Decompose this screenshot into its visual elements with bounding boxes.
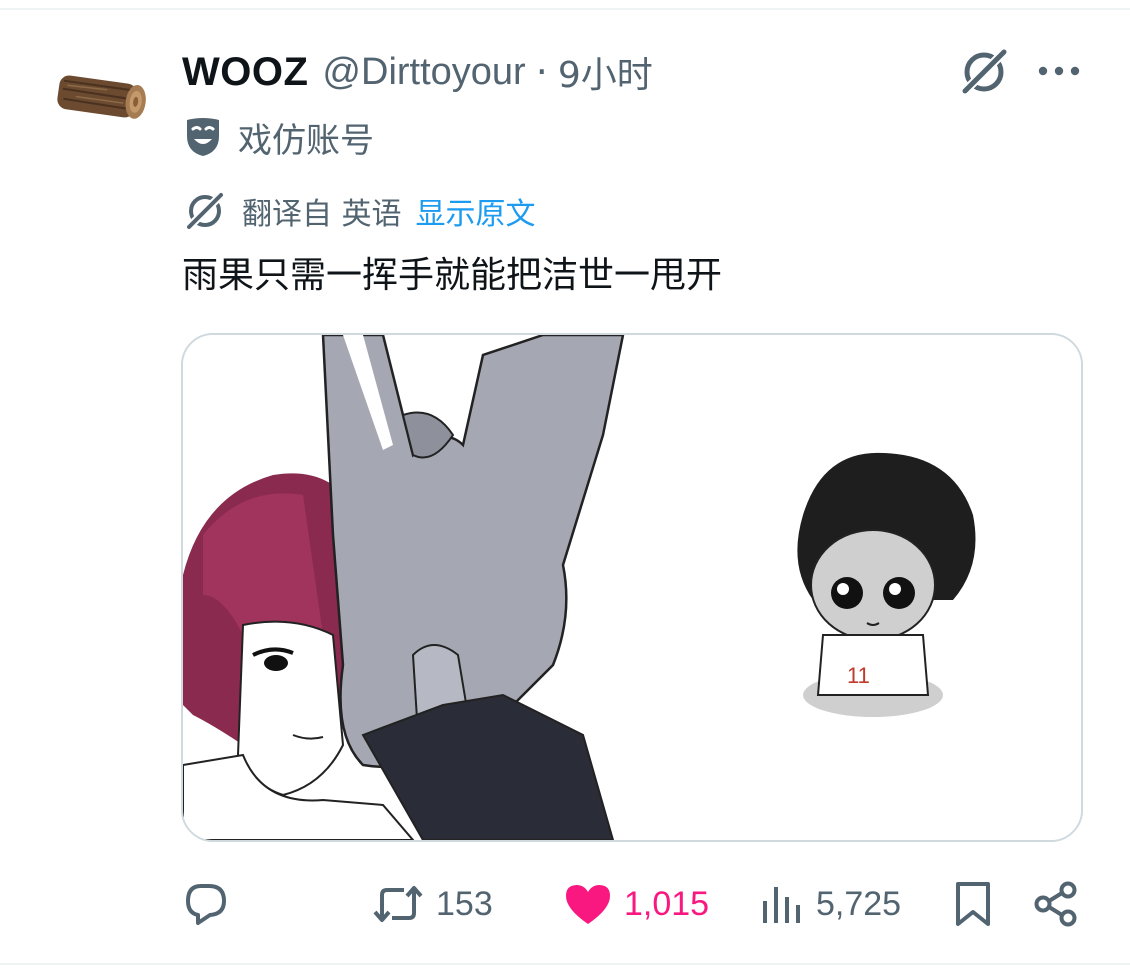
views-button[interactable]: 5,725: [760, 872, 901, 936]
author-display-name[interactable]: WOOZ: [182, 50, 308, 95]
tweet-media[interactable]: 11: [181, 333, 1083, 842]
tweet-text: 雨果只需一挥手就能把洁世一甩开: [182, 255, 723, 296]
heart-icon: [566, 885, 610, 924]
like-count: 1,015: [624, 884, 710, 923]
tweet-timestamp[interactable]: 9小时: [558, 46, 653, 98]
views-icon: [763, 887, 800, 923]
wood-log-avatar-icon: [57, 75, 146, 119]
grok-translate-icon: [186, 192, 224, 230]
translation-row: 翻译自 英语 显示原文: [182, 188, 536, 234]
retweet-count: 153: [436, 884, 493, 923]
like-button[interactable]: 1,015: [564, 872, 709, 936]
parody-label-text: 戏仿账号: [238, 120, 374, 161]
anime-illustration-image: 11: [183, 335, 1081, 840]
share-button[interactable]: [1032, 872, 1080, 936]
grok-icon[interactable]: [956, 44, 1012, 100]
retweet-icon: [373, 886, 423, 922]
views-count: 5,725: [816, 884, 902, 923]
share-icon: [1034, 881, 1077, 927]
retweet-button[interactable]: 153: [372, 872, 493, 936]
header-separator: ·: [535, 50, 548, 94]
parody-label[interactable]: 戏仿账号: [184, 112, 374, 162]
bookmark-button[interactable]: [952, 872, 994, 936]
jersey-number: 11: [847, 663, 870, 688]
reply-button[interactable]: [183, 872, 241, 936]
show-original-link[interactable]: 显示原文: [416, 189, 536, 233]
bottom-divider: [0, 963, 1130, 965]
bookmark-icon: [956, 882, 990, 926]
tweet-header: WOOZ @Dirttoyour · 9小时: [182, 46, 653, 98]
parody-mask-icon: [187, 118, 219, 156]
top-divider: [0, 8, 1130, 10]
reply-icon: [186, 884, 226, 925]
tweet-action-bar: 153 1,015 5,725: [0, 872, 1130, 936]
more-options-icon[interactable]: [1034, 56, 1084, 86]
avatar[interactable]: [46, 42, 156, 152]
author-handle[interactable]: @Dirttoyour: [322, 51, 525, 94]
translated-from-text: 翻译自 英语: [242, 197, 402, 232]
